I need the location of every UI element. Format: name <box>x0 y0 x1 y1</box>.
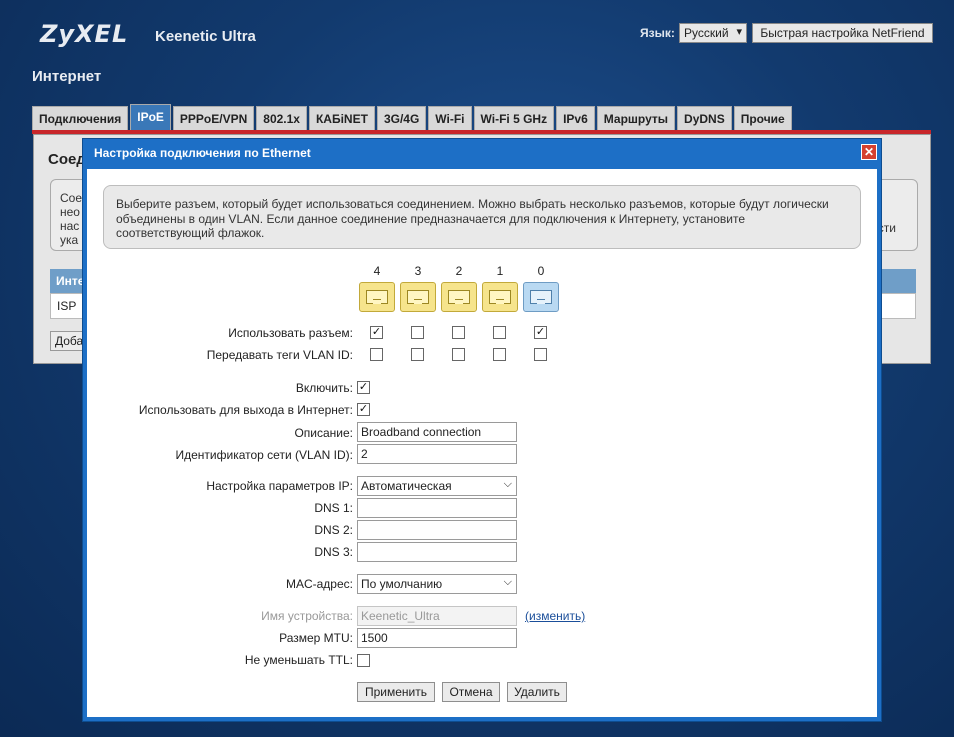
close-icon[interactable]: ✕ <box>861 144 877 160</box>
ip-settings-value: Автоматическая <box>361 479 452 493</box>
chevron-down-icon: ⌵ <box>503 478 512 490</box>
dns1-input[interactable] <box>357 498 517 518</box>
table-header-cell: Инте <box>56 274 85 288</box>
ethernet-port-icon <box>359 282 395 312</box>
tab-dydns[interactable]: DyDNS <box>677 106 732 130</box>
model-name: Keenetic Ultra <box>155 28 256 45</box>
tab-wifi-5ghz[interactable]: Wi-Fi 5 GHz <box>473 106 555 130</box>
tab-connections[interactable]: Подключения <box>32 106 129 130</box>
table-cell: ISP <box>57 299 77 313</box>
info-text-line: объединены в один VLAN. Если данное соед… <box>116 211 746 226</box>
device-name-label: Имя устройства: <box>261 609 353 623</box>
dialog-body: Выберите разъем, который будет использов… <box>87 169 877 717</box>
tab-routes[interactable]: Маршруты <box>596 106 676 130</box>
port-number-2: 2 <box>455 264 463 278</box>
port-number-1: 1 <box>496 264 504 278</box>
dialog-title: Настройка подключения по Ethernet <box>94 146 311 160</box>
mac-select[interactable]: По умолчанию ⌵ <box>357 574 517 594</box>
ip-settings-label: Настройка параметров IP: <box>206 479 353 493</box>
language-label: Язык: <box>640 26 675 40</box>
tab-8021x[interactable]: 802.1x <box>256 106 307 130</box>
mtu-input[interactable]: 1500 <box>357 628 517 648</box>
info-box: Выберите разъем, который будет использов… <box>103 185 861 249</box>
vlan-tag-2-checkbox[interactable] <box>452 348 465 361</box>
vlan-tags-label: Передавать теги VLAN ID: <box>206 348 353 362</box>
description-label: Описание: <box>294 426 353 440</box>
chevron-down-icon: ▾ <box>736 26 742 38</box>
cancel-button[interactable]: Отмена <box>442 682 500 702</box>
ethernet-port-icon <box>441 282 477 312</box>
use-for-internet-label: Использовать для выхода в Интернет: <box>138 403 353 417</box>
info-text-line: Выберите разъем, который будет использов… <box>116 197 829 211</box>
tab-pppoe-vpn[interactable]: PPPoE/VPN <box>172 106 255 130</box>
enable-label: Включить: <box>295 381 353 395</box>
zyxel-logo: ZyXEL <box>40 20 129 48</box>
vlan-tag-4-checkbox[interactable] <box>370 348 383 361</box>
language-select[interactable]: Русский ▾ <box>679 23 747 43</box>
dns2-input[interactable] <box>357 520 517 540</box>
dns3-label: DNS 3: <box>314 545 353 559</box>
use-port-0-checkbox[interactable]: ✓ <box>534 326 547 339</box>
port-number-0: 0 <box>537 264 545 278</box>
page-title: Интернет <box>32 68 102 85</box>
description-input[interactable]: Broadband connection <box>357 422 517 442</box>
port-number-4: 4 <box>373 264 381 278</box>
dns2-label: DNS 2: <box>314 523 353 537</box>
panel-info-line: ука <box>60 233 79 247</box>
use-port-3-checkbox[interactable] <box>411 326 424 339</box>
use-for-internet-checkbox[interactable]: ✓ <box>357 403 370 416</box>
mac-value: По умолчанию <box>361 577 443 591</box>
change-device-name-link[interactable]: (изменить) <box>525 609 585 623</box>
vlan-tag-0-checkbox[interactable] <box>534 348 547 361</box>
vlan-id-input[interactable]: 2 <box>357 444 517 464</box>
chevron-down-icon: ⌵ <box>503 576 512 588</box>
apply-button[interactable]: Применить <box>357 682 435 702</box>
tab-kabinet[interactable]: КАБiNET <box>308 106 375 130</box>
vlan-tag-3-checkbox[interactable] <box>411 348 424 361</box>
use-port-2-checkbox[interactable] <box>452 326 465 339</box>
tab-3g4g[interactable]: 3G/4G <box>376 106 427 130</box>
ethernet-port-icon <box>482 282 518 312</box>
panel-info-line: нас <box>60 219 80 233</box>
info-text-line: соответствующий флажок. <box>116 226 265 240</box>
use-port-1-checkbox[interactable] <box>493 326 506 339</box>
wan-port-icon <box>523 282 559 312</box>
no-ttl-checkbox[interactable] <box>357 654 370 667</box>
tab-ipv6[interactable]: IPv6 <box>556 106 595 130</box>
panel-info-line: Сое <box>60 191 83 205</box>
panel-info-line: нео <box>60 205 80 219</box>
enable-checkbox[interactable]: ✓ <box>357 381 370 394</box>
delete-button[interactable]: Удалить <box>507 682 567 702</box>
panel-heading: Соед <box>48 151 86 168</box>
dns3-input[interactable] <box>357 542 517 562</box>
vlan-tag-1-checkbox[interactable] <box>493 348 506 361</box>
no-ttl-label: Не уменьшать TTL: <box>244 653 353 667</box>
tab-ipoe[interactable]: IPoE <box>130 104 171 130</box>
language-value: Русский <box>684 26 729 40</box>
mac-label: MAC-адрес: <box>285 577 353 591</box>
device-name-input: Keenetic_Ultra <box>357 606 517 626</box>
tab-bar: Подключения IPoE PPPoE/VPN 802.1x КАБiNE… <box>32 104 792 130</box>
quick-setup-button[interactable]: Быстрая настройка NetFriend <box>752 23 933 43</box>
ip-settings-select[interactable]: Автоматическая ⌵ <box>357 476 517 496</box>
port-number-3: 3 <box>414 264 422 278</box>
tab-wifi[interactable]: Wi-Fi <box>428 106 472 130</box>
tab-other[interactable]: Прочие <box>733 106 792 130</box>
mtu-label: Размер MTU: <box>279 631 353 645</box>
use-port-label: Использовать разъем: <box>228 326 353 340</box>
ethernet-port-icon <box>400 282 436 312</box>
dns1-label: DNS 1: <box>314 501 353 515</box>
vlan-id-label: Идентификатор сети (VLAN ID): <box>175 448 354 462</box>
ethernet-settings-dialog: Настройка подключения по Ethernet ✕ Выбе… <box>82 138 882 722</box>
use-port-4-checkbox[interactable]: ✓ <box>370 326 383 339</box>
